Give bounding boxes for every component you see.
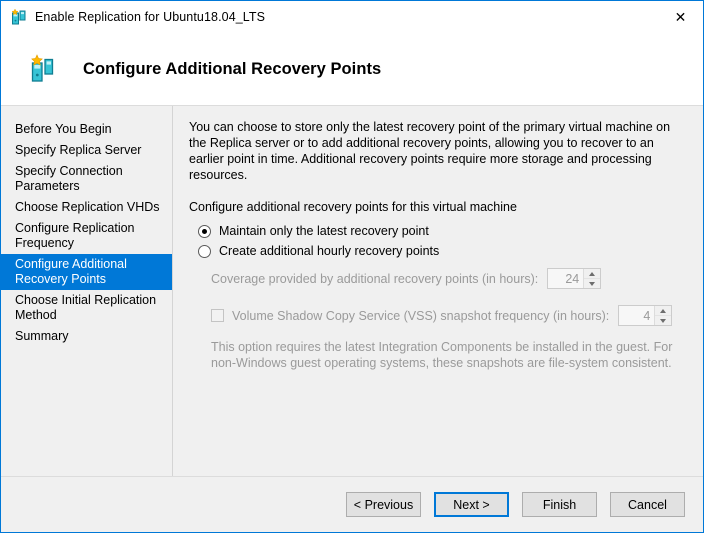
sidebar-item-specify-replica-server[interactable]: Specify Replica Server bbox=[1, 140, 172, 161]
option-label-maintain-latest: Maintain only the latest recovery point bbox=[219, 224, 429, 238]
finish-button[interactable]: Finish bbox=[522, 492, 597, 517]
sidebar-item-configure-replication-frequency[interactable]: Configure Replication Frequency bbox=[1, 218, 172, 254]
coverage-hours-decrement-icon[interactable] bbox=[584, 279, 600, 288]
next-button[interactable]: Next > bbox=[434, 492, 509, 517]
previous-button[interactable]: < Previous bbox=[346, 492, 421, 517]
section-prompt: Configure additional recovery points for… bbox=[189, 200, 689, 214]
sidebar-item-choose-replication-vhds[interactable]: Choose Replication VHDs bbox=[1, 197, 172, 218]
vss-frequency-stepper-buttons[interactable] bbox=[654, 306, 671, 325]
page-header: Configure Additional Recovery Points bbox=[1, 33, 703, 106]
sidebar-item-before-you-begin[interactable]: Before You Begin bbox=[1, 119, 172, 140]
replication-server-icon bbox=[10, 8, 28, 26]
vss-help-text: This option requires the latest Integrat… bbox=[211, 339, 689, 371]
vss-frequency-row: Volume Shadow Copy Service (VSS) snapsho… bbox=[211, 305, 689, 326]
vss-frequency-increment-icon[interactable] bbox=[655, 306, 671, 316]
title-bar: Enable Replication for Ubuntu18.04_LTS ✕ bbox=[1, 1, 703, 33]
option-label-create-additional-hourly: Create additional hourly recovery points bbox=[219, 244, 439, 258]
sidebar-item-choose-initial-replication-method[interactable]: Choose Initial Replication Method bbox=[1, 290, 172, 326]
recovery-point-option-group: Maintain only the latest recovery point … bbox=[189, 224, 689, 371]
vss-frequency-stepper[interactable]: 4 bbox=[618, 305, 672, 326]
coverage-hours-row: Coverage provided by additional recovery… bbox=[211, 268, 689, 289]
sidebar-item-configure-additional-recovery-points[interactable]: Configure Additional Recovery Points bbox=[1, 254, 172, 290]
vss-frequency-decrement-icon[interactable] bbox=[655, 316, 671, 325]
radio-create-additional-hourly[interactable] bbox=[198, 245, 211, 258]
checkbox-vss-snapshot-frequency[interactable] bbox=[211, 309, 224, 322]
dialog-footer: < Previous Next > Finish Cancel bbox=[1, 476, 703, 532]
coverage-hours-increment-icon[interactable] bbox=[584, 269, 600, 279]
radio-maintain-latest-recovery-point[interactable] bbox=[198, 225, 211, 238]
dialog-body: Before You Begin Specify Replica Server … bbox=[1, 106, 703, 476]
coverage-hours-value[interactable]: 24 bbox=[548, 269, 583, 288]
cancel-button[interactable]: Cancel bbox=[610, 492, 685, 517]
coverage-hours-stepper-buttons[interactable] bbox=[583, 269, 600, 288]
vss-frequency-value[interactable]: 4 bbox=[619, 306, 654, 325]
sidebar-item-summary[interactable]: Summary bbox=[1, 326, 172, 347]
main-content: You can choose to store only the latest … bbox=[173, 106, 703, 476]
coverage-hours-label: Coverage provided by additional recovery… bbox=[211, 272, 538, 286]
window-title: Enable Replication for Ubuntu18.04_LTS bbox=[35, 10, 265, 24]
option-maintain-latest-recovery-point[interactable]: Maintain only the latest recovery point bbox=[189, 224, 689, 238]
wizard-steps-sidebar: Before You Begin Specify Replica Server … bbox=[1, 106, 173, 476]
dialog-window: Enable Replication for Ubuntu18.04_LTS ✕… bbox=[0, 0, 704, 533]
close-icon[interactable]: ✕ bbox=[658, 2, 703, 33]
intro-text: You can choose to store only the latest … bbox=[189, 119, 689, 183]
coverage-hours-stepper[interactable]: 24 bbox=[547, 268, 601, 289]
vss-frequency-label: Volume Shadow Copy Service (VSS) snapsho… bbox=[232, 309, 609, 323]
replication-server-icon bbox=[29, 54, 55, 84]
page-title: Configure Additional Recovery Points bbox=[83, 60, 381, 79]
sidebar-item-specify-connection-parameters[interactable]: Specify Connection Parameters bbox=[1, 161, 172, 197]
option-create-additional-hourly-recovery-points[interactable]: Create additional hourly recovery points bbox=[189, 244, 689, 258]
